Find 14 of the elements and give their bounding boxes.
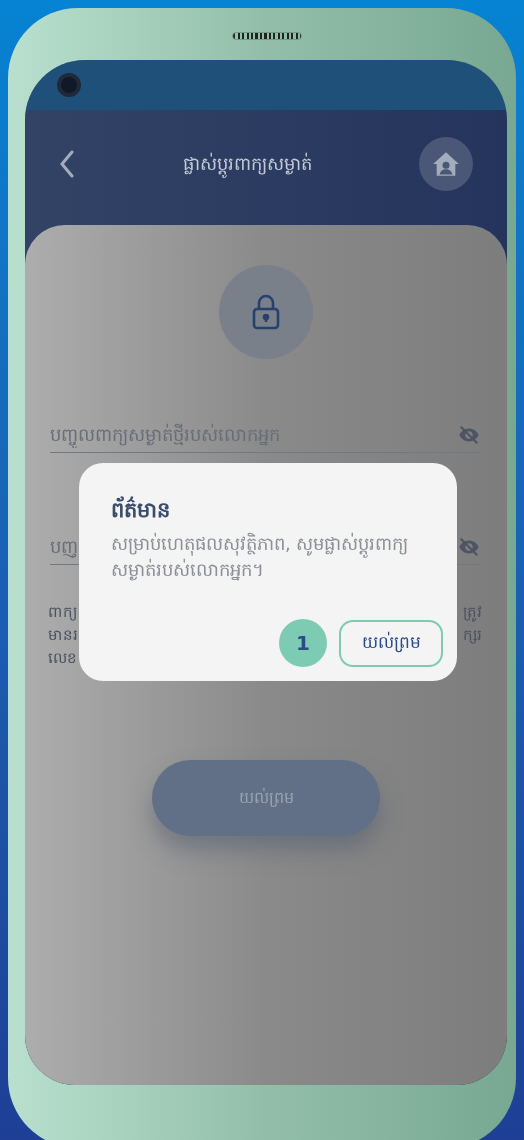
hint-text: មានរ xyxy=(48,625,78,646)
screen-title: ផ្លាស់ប្ដូរពាក្យសម្ងាត់ xyxy=(182,150,312,177)
lock-icon xyxy=(251,294,281,330)
hint-text: លេខ xyxy=(48,648,78,669)
camera-icon xyxy=(57,73,81,97)
dialog-title: ព័ត៌មាន xyxy=(111,495,171,524)
count-badge: 1 xyxy=(279,619,327,667)
back-icon[interactable] xyxy=(59,149,75,178)
hint-text: ពាក្យ xyxy=(48,602,78,623)
speaker-grille-icon xyxy=(232,32,302,40)
home-button[interactable] xyxy=(419,136,473,191)
agree-button[interactable]: យល់ព្រម xyxy=(339,619,443,667)
confirm-password-field[interactable]: បញ្ xyxy=(50,533,90,560)
dialog-message: សម្រាប់ហេតុផលសុវត្ថិភាព, សូមផ្លាស់ប្ដូរពាក្យសម្ងាត់របស់លោកអ្នក។ xyxy=(111,531,410,583)
